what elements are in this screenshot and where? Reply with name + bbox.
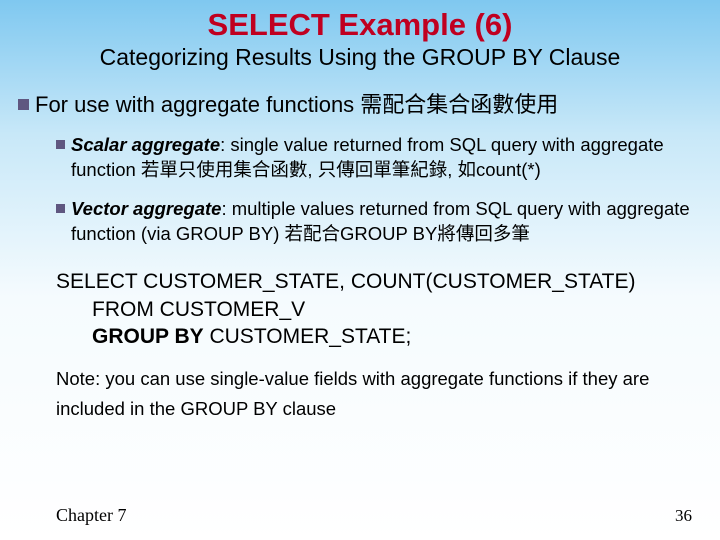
sql-block: SELECT CUSTOMER_STATE, COUNT(CUSTOMER_ST…: [56, 268, 720, 350]
term-vector: Vector aggregate: [71, 198, 221, 219]
sql-line-2: FROM CUSTOMER_V: [92, 296, 720, 323]
sql-line-3: GROUP BY CUSTOMER_STATE;: [92, 323, 720, 350]
slide-subtitle: Categorizing Results Using the GROUP BY …: [0, 44, 720, 71]
main-point-text: For use with aggregate functions 需配合集合函數…: [35, 91, 558, 119]
bullet-level1: For use with aggregate functions 需配合集合函數…: [18, 91, 720, 119]
chapter-label: Chapter 7: [56, 505, 126, 526]
sub-point-text: Scalar aggregate: single value returned …: [71, 133, 700, 183]
slide-title: SELECT Example (6): [0, 0, 720, 42]
bullet-level2-scalar: Scalar aggregate: single value returned …: [56, 133, 700, 183]
sql-groupby-keyword: GROUP BY: [92, 325, 204, 348]
square-bullet-icon: [56, 204, 65, 213]
sub-point-text: Vector aggregate: multiple values return…: [71, 197, 700, 247]
note-text: Note: you can use single-value fields wi…: [56, 364, 700, 423]
square-bullet-icon: [18, 99, 29, 110]
page-number: 36: [675, 506, 692, 526]
sql-groupby-rest: CUSTOMER_STATE;: [204, 325, 412, 348]
term-scalar: Scalar aggregate: [71, 134, 220, 155]
square-bullet-icon: [56, 140, 65, 149]
bullet-level2-vector: Vector aggregate: multiple values return…: [56, 197, 700, 247]
sql-line-1: SELECT CUSTOMER_STATE, COUNT(CUSTOMER_ST…: [56, 268, 720, 295]
